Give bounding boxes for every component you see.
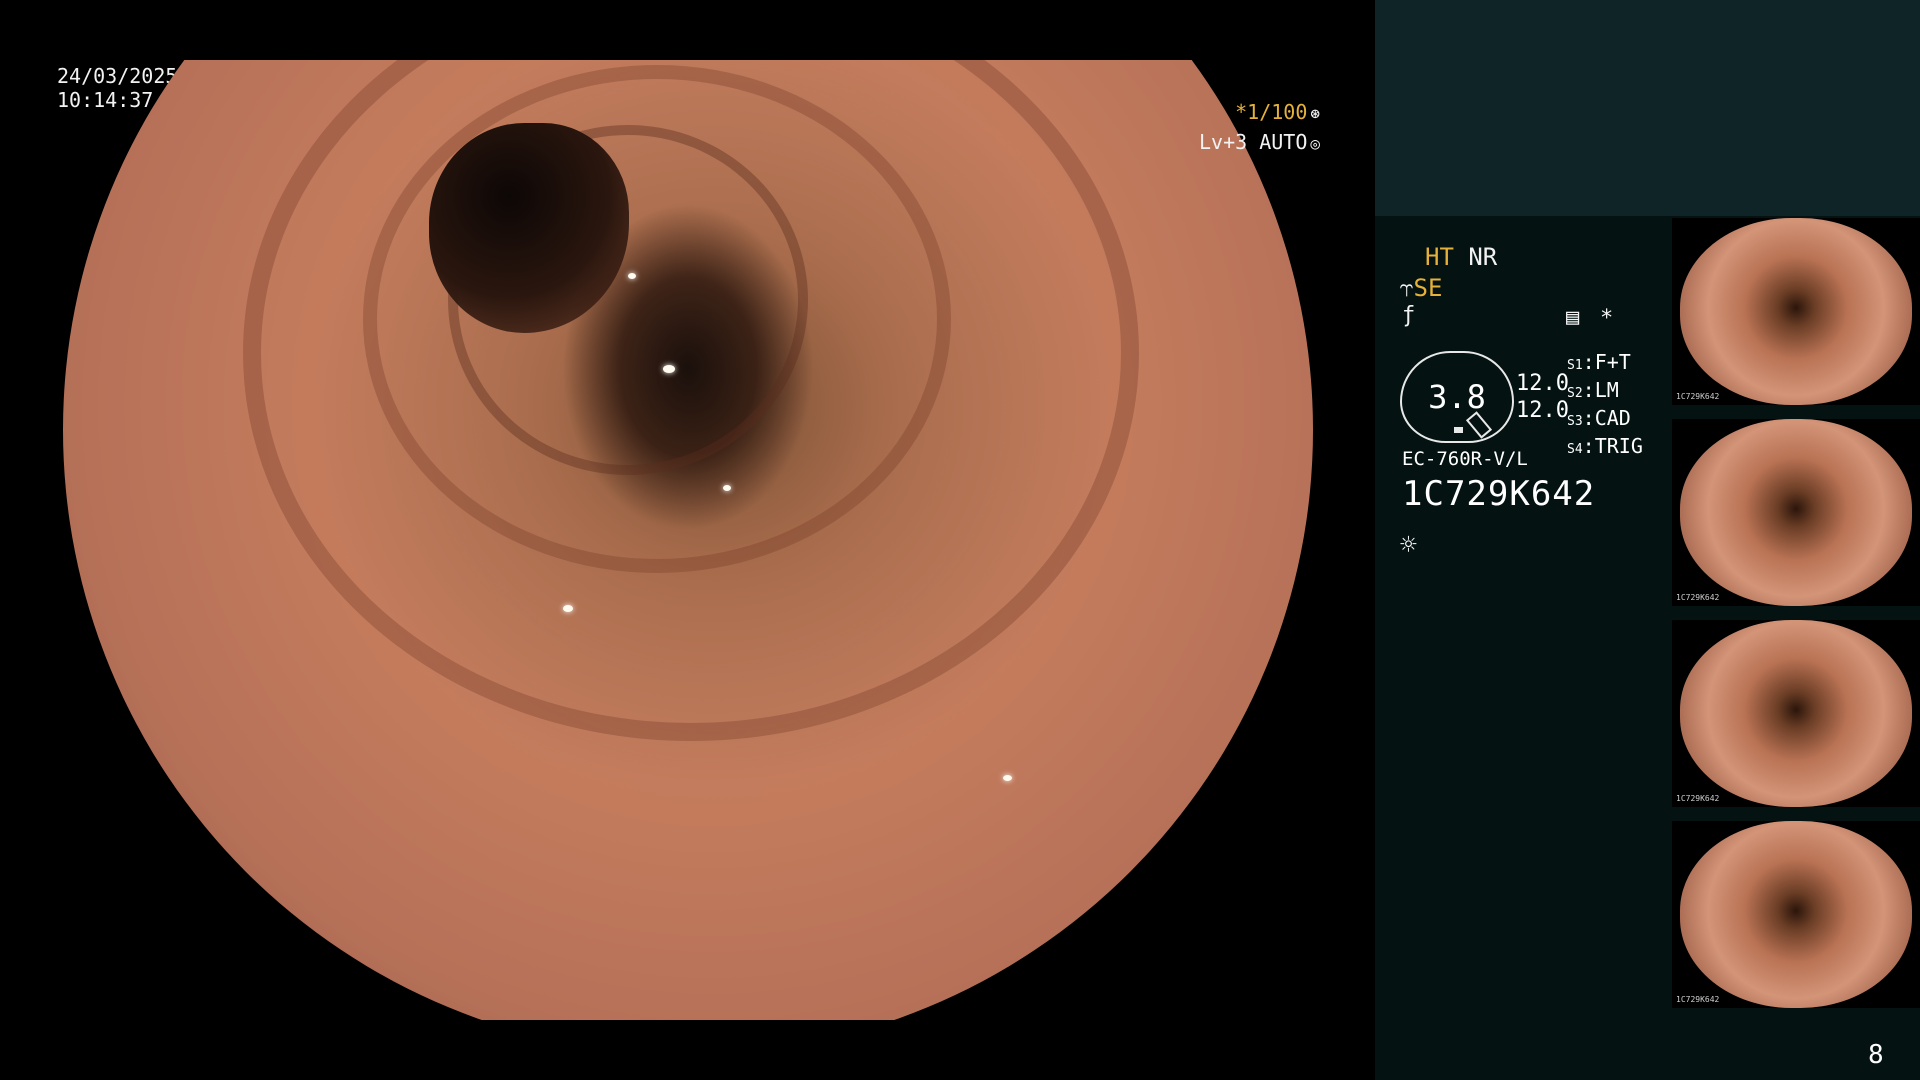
exposure-readout: *1/100 ⊛ Lv+3 AUTO ◎ — [1180, 98, 1320, 158]
tool-icon — [1465, 411, 1493, 439]
thumbnail-caption: 1C729K642 — [1676, 794, 1720, 803]
slot-row: S3:CAD — [1567, 406, 1631, 430]
zoom-gauge: 3.8 — [1400, 351, 1514, 443]
nr-flag: NR — [1468, 243, 1498, 271]
slot-row: S2:LM — [1567, 378, 1619, 402]
enhancement-flags: HT NR — [1425, 242, 1497, 272]
thumbnail-image — [1680, 419, 1912, 606]
slot-row: S1:F+T — [1567, 350, 1631, 374]
thumbnail-caption: 1C729K642 — [1676, 392, 1720, 401]
specular-highlight — [1003, 775, 1012, 781]
page-number: 8 — [1868, 1040, 1884, 1070]
slot-row: S4:TRIG — [1567, 434, 1643, 458]
info-panel-header — [1375, 0, 1920, 216]
endoscope-view — [63, 60, 1313, 1020]
specular-highlight — [628, 273, 636, 279]
ht-flag: HT — [1425, 243, 1454, 271]
structure-enhancement: ⥾SE — [1400, 273, 1442, 303]
switch-assignments: S1:F+T S2:LM S3:CAD S4:TRIG — [1567, 350, 1643, 462]
memory-card-icon: ▤ — [1566, 305, 1580, 330]
captured-thumbnails: 1C729K642 1C729K642 1C729K642 1C729K642 — [1672, 218, 1920, 1022]
zoom-value: 3.8 — [1428, 378, 1486, 416]
thumbnail-image — [1680, 821, 1912, 1008]
thumbnail-4[interactable]: 1C729K642 — [1672, 821, 1920, 1008]
gauge-mark — [1454, 427, 1463, 433]
freeze-off-icon: ƒ — [1402, 303, 1416, 328]
mode-value-a: 12.0 — [1516, 371, 1569, 396]
se-flag: SE — [1413, 274, 1443, 302]
mode-values: 12.0 12.0 — [1516, 370, 1569, 424]
scope-model: EC-760R-V/L — [1402, 448, 1528, 470]
thumbnail-image — [1680, 620, 1912, 807]
light-source-icon: ☼ — [1400, 528, 1417, 561]
water-jet-icon: ⥾ — [1400, 274, 1414, 302]
thumbnail-image — [1680, 218, 1912, 405]
thumbnail-caption: 1C729K642 — [1676, 995, 1720, 1004]
exposure-level: Lv+3 AUTO — [1198, 130, 1308, 154]
thumbnail-2[interactable]: 1C729K642 — [1672, 419, 1920, 606]
specular-highlight — [723, 485, 731, 491]
thumbnail-caption: 1C729K642 — [1676, 593, 1720, 602]
thumbnail-3[interactable]: 1C729K642 — [1672, 620, 1920, 807]
mode-value-b: 12.0 — [1516, 398, 1569, 423]
auto-iris-icon: ◎ — [1310, 134, 1320, 153]
specular-highlight — [663, 365, 675, 373]
shutter-speed: *1/100 — [1235, 100, 1308, 124]
aperture-icon: ⊛ — [1310, 104, 1320, 123]
scope-serial: 1C729K642 — [1402, 474, 1596, 514]
specular-highlight — [563, 605, 573, 612]
thumbnail-1[interactable]: 1C729K642 — [1672, 218, 1920, 405]
endoscope-image — [63, 60, 1313, 1020]
asterisk-indicator: * — [1600, 306, 1614, 331]
